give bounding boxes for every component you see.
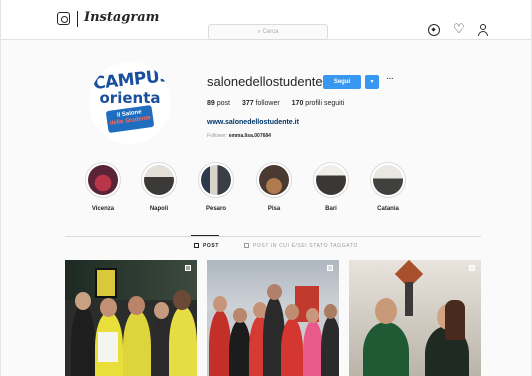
person-figure	[281, 318, 303, 376]
profile-website-link[interactable]: www.salonedellostudente.it	[207, 119, 299, 126]
profile-avatar[interactable]: CAMPUS orienta Il Salone dello Studente	[89, 62, 171, 144]
diploma-paper	[98, 332, 118, 362]
person-head	[267, 284, 282, 300]
highlight-label: Catania	[377, 206, 399, 212]
highlight-napoli[interactable]: Napoli	[134, 162, 184, 212]
stat-followers[interactable]: 377 follower	[242, 100, 280, 107]
highlight-pisa[interactable]: Pisa	[249, 162, 299, 212]
highlight-thumbnail	[88, 165, 118, 195]
person-figure	[169, 306, 197, 376]
person-head	[100, 298, 117, 317]
person-head	[306, 308, 319, 323]
tab-active-indicator	[191, 235, 219, 236]
person-figure	[123, 310, 151, 376]
search-placeholder: Cerca	[262, 29, 279, 35]
highlight-bari[interactable]: Bari	[306, 162, 356, 212]
highlight-label: Bari	[325, 206, 337, 212]
profile-username: salonedellostudente	[207, 74, 323, 89]
highlight-ring	[141, 162, 177, 198]
highlight-pesaro[interactable]: Pesaro	[191, 162, 241, 212]
stat-followers-count: 377	[241, 100, 254, 107]
stat-followers-label: follower	[255, 100, 280, 107]
post-thumbnail[interactable]	[349, 260, 481, 376]
instagram-glyph-icon[interactable]	[57, 12, 70, 25]
person-head	[173, 290, 191, 310]
followed-by-prefix: Follower:	[207, 133, 228, 139]
highlight-thumbnail	[144, 165, 174, 195]
highlight-thumbnail	[316, 165, 346, 195]
highlight-label: Napoli	[149, 206, 169, 212]
highlight-label: Pesaro	[205, 206, 226, 212]
logo-badge: Il Salone dello Studente	[105, 104, 155, 134]
tab-posts-label: Post	[203, 243, 220, 249]
followed-by-user[interactable]: emma.lisa.007684	[229, 133, 271, 139]
certificate-frame	[95, 268, 117, 298]
user-icon[interactable]	[477, 24, 489, 36]
highlight-ring	[85, 162, 121, 198]
person-figure	[209, 310, 231, 376]
stat-following-count: 170	[291, 100, 304, 107]
tabs-divider	[65, 236, 481, 237]
logo-orienta-text: orienta	[99, 89, 161, 107]
compass-icon[interactable]	[428, 24, 440, 36]
stat-following-label: profili seguiti	[305, 100, 345, 107]
person-head	[324, 304, 337, 319]
suggestions-dropdown-button[interactable]: ▾	[365, 75, 379, 89]
highlight-ring	[370, 162, 406, 198]
post-thumbnail[interactable]	[65, 260, 197, 376]
tag-icon	[244, 243, 249, 248]
person-head	[285, 304, 299, 320]
person-head	[154, 302, 169, 319]
post-thumbnail[interactable]	[207, 260, 339, 376]
nav-divider	[77, 11, 78, 27]
stat-following[interactable]: 170 profili seguiti	[292, 100, 345, 107]
user-icon-body	[478, 31, 488, 36]
search-input[interactable]: ⌕ Cerca	[208, 24, 328, 40]
trophy-stem	[405, 282, 413, 316]
person-figure	[321, 316, 339, 376]
tab-tagged-label: Post in cui è/sei stato taggato	[253, 243, 358, 249]
tab-posts[interactable]: Post	[194, 243, 219, 249]
profile-stats: 89 post 377 follower 170 profili seguiti	[207, 100, 354, 107]
tab-tagged[interactable]: Post in cui è/sei stato taggato	[244, 243, 358, 249]
grid-icon	[194, 243, 199, 248]
highlight-ring	[198, 162, 234, 198]
highlight-catania[interactable]: Catania	[363, 162, 413, 212]
carousel-icon	[185, 265, 191, 271]
stat-posts-label: post	[216, 100, 230, 107]
highlight-ring	[313, 162, 349, 198]
person-head	[128, 296, 145, 315]
highlight-label: Vicenza	[91, 206, 115, 212]
stat-posts: 89 post	[207, 100, 230, 107]
heart-icon[interactable]: ♡	[453, 22, 465, 35]
instagram-wordmark[interactable]: Instagram	[84, 10, 159, 25]
person-figure	[303, 320, 323, 376]
carousel-icon	[469, 265, 475, 271]
person-head	[75, 292, 91, 310]
stat-posts-count: 89	[207, 100, 215, 107]
followed-by: Follower: emma.lisa.007684	[207, 133, 271, 139]
highlight-ring	[256, 162, 292, 198]
highlight-label: Pisa	[267, 206, 281, 212]
follow-button[interactable]: Segui	[323, 75, 361, 89]
person-head	[233, 308, 247, 323]
highlight-vicenza[interactable]: Vicenza	[78, 162, 128, 212]
highlight-thumbnail	[373, 165, 403, 195]
person-figure	[363, 322, 409, 376]
user-icon-head	[480, 24, 486, 30]
person-head	[213, 296, 227, 312]
highlight-thumbnail	[201, 165, 231, 195]
instagram-window: Instagram ⌕ Cerca ♡ CAMPUS orienta Il Sa…	[0, 0, 532, 376]
carousel-icon	[327, 265, 333, 271]
highlight-thumbnail	[259, 165, 289, 195]
more-options-button[interactable]: ···	[386, 73, 394, 84]
person-hair	[445, 300, 465, 340]
person-head	[375, 298, 397, 324]
person-figure	[229, 320, 251, 376]
person-figure	[71, 304, 95, 376]
